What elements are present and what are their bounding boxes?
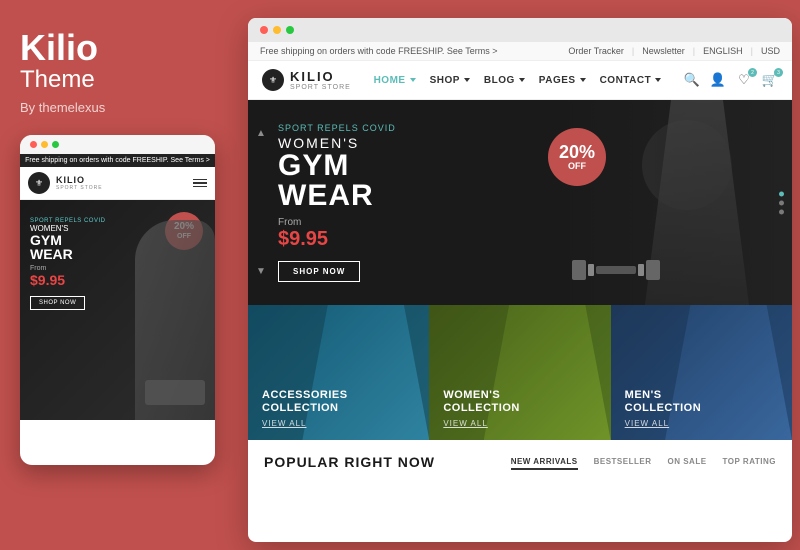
hero-gym-text: GYM	[278, 151, 396, 181]
hero-arrow-down[interactable]: ▼	[256, 266, 266, 277]
accessories-text: ACCESSORIESCOLLECTION VIEW ALL	[262, 389, 348, 428]
popular-section: POPULAR RIGHT NOW NEW ARRIVALS BESTSELLE…	[248, 440, 792, 478]
collection-grid: ACCESSORIESCOLLECTION VIEW ALL WOMEN'SCO…	[248, 305, 792, 440]
hero-sale-badge: 20% OFF	[548, 128, 606, 186]
wishlist-badge: 2	[748, 68, 757, 77]
mobile-header: ⚜ KILIO SPORT STORE	[20, 167, 215, 200]
accessories-view-all[interactable]: VIEW ALL	[262, 419, 348, 428]
tab-bestseller[interactable]: BESTSELLER	[594, 457, 652, 470]
nav-blog[interactable]: BLOG	[484, 75, 525, 86]
language-selector[interactable]: ENGLISH	[703, 46, 743, 56]
mobile-logo-text: KILIO SPORT STORE	[56, 175, 103, 191]
nav-contact[interactable]: CONTACT	[600, 75, 662, 86]
mobile-dumbbell	[145, 380, 205, 405]
mens-view-all[interactable]: VIEW ALL	[625, 419, 702, 428]
logo-sub-text: SPORT STORE	[290, 84, 351, 91]
scroll-dot-1[interactable]	[779, 191, 784, 196]
home-caret-icon	[410, 78, 416, 82]
tab-on-sale[interactable]: ON SALE	[667, 457, 706, 470]
shop-caret-icon	[464, 78, 470, 82]
mobile-hero-banner: 20% OFF SPORT REPELS COVID WOMEN'S GYM W…	[20, 200, 215, 420]
wishlist-icon[interactable]: ♡ 2	[736, 72, 752, 88]
site-notice-bar: Free shipping on orders with code FREESH…	[248, 42, 792, 61]
site-header: ⚜ KILIO SPORT STORE HOME SHOP BLOG PAGES	[248, 61, 792, 100]
hero-content: SPORT REPELS COVID WOMEN'S GYM WEAR From…	[248, 103, 426, 302]
collection-accessories[interactable]: ACCESSORIESCOLLECTION VIEW ALL	[248, 305, 429, 440]
browser-chrome	[248, 18, 792, 42]
hero-wear-text: WEAR	[278, 181, 396, 211]
hero-arrow-up[interactable]: ▲	[256, 128, 266, 139]
site-nav: HOME SHOP BLOG PAGES CONTACT	[374, 75, 662, 86]
mobile-shop-now-button[interactable]: SHOP NOW	[30, 296, 85, 310]
notice-text: Free shipping on orders with code FREESH…	[260, 46, 498, 56]
logo-main-text: KILIO	[290, 69, 351, 84]
hero-sport-text: SPORT REPELS COVID	[278, 123, 396, 133]
scroll-dot-2[interactable]	[779, 200, 784, 205]
brand-theme: Theme	[20, 66, 215, 94]
brand-author: By themelexus	[20, 100, 215, 115]
mobile-top-bar	[20, 135, 215, 154]
pages-caret-icon	[580, 78, 586, 82]
search-icon[interactable]: 🔍	[684, 72, 700, 88]
dot-red	[30, 141, 37, 148]
logo-emblem: ⚜	[262, 69, 284, 91]
hamburger-line	[193, 182, 207, 184]
hamburger-line	[193, 179, 207, 181]
tab-top-rating[interactable]: TOP RATING	[723, 457, 776, 470]
brand-name: Kilio	[20, 30, 215, 66]
contact-caret-icon	[655, 78, 661, 82]
mobile-logo: ⚜ KILIO SPORT STORE	[28, 172, 103, 194]
popular-title: POPULAR RIGHT NOW	[264, 454, 435, 470]
hero-banner: ▲ ▼ SPORT REPELS COVID WOMEN'S GYM WEAR …	[248, 100, 792, 305]
browser-mockup: Free shipping on orders with code FREESH…	[248, 18, 792, 542]
tab-new-arrivals[interactable]: NEW ARRIVALS	[511, 457, 578, 470]
collection-womens[interactable]: WOMEN'SCOLLECTION VIEW ALL	[429, 305, 610, 440]
mens-text: MEN'SCOLLECTION VIEW ALL	[625, 389, 702, 428]
hero-shop-now-button[interactable]: SHOP NOW	[278, 261, 360, 282]
newsletter-link[interactable]: Newsletter	[642, 46, 685, 56]
cart-icon[interactable]: 🛒 3	[762, 72, 778, 88]
nav-home[interactable]: HOME	[374, 75, 416, 86]
popular-tabs: NEW ARRIVALS BESTSELLER ON SALE TOP RATI…	[511, 457, 776, 470]
cart-badge: 3	[774, 68, 783, 77]
mobile-mockup: Free shipping on orders with code FREESH…	[20, 135, 215, 465]
hero-dumbbell	[572, 260, 660, 280]
mobile-logo-icon: ⚜	[28, 172, 50, 194]
collection-mens[interactable]: MEN'SCOLLECTION VIEW ALL	[611, 305, 792, 440]
browser-dot-red	[260, 26, 268, 34]
blog-caret-icon	[519, 78, 525, 82]
womens-view-all[interactable]: VIEW ALL	[443, 419, 520, 428]
browser-dot-yellow	[273, 26, 281, 34]
mobile-notice-bar: Free shipping on orders with code FREESH…	[20, 154, 215, 167]
header-icons: 🔍 👤 ♡ 2 🛒 3	[684, 72, 778, 88]
account-icon[interactable]: 👤	[710, 72, 726, 88]
notice-right-actions: Order Tracker | Newsletter | ENGLISH | U…	[568, 46, 780, 56]
site-logo: ⚜ KILIO SPORT STORE	[262, 69, 351, 91]
hamburger-line	[193, 186, 207, 188]
browser-dot-green	[286, 26, 294, 34]
nav-shop[interactable]: SHOP	[430, 75, 470, 86]
scroll-dot-3[interactable]	[779, 209, 784, 214]
logo-text-group: KILIO SPORT STORE	[290, 69, 351, 91]
mobile-hero-content: SPORT REPELS COVID WOMEN'S GYM WEAR From…	[30, 218, 105, 310]
popular-header: POPULAR RIGHT NOW NEW ARRIVALS BESTSELLE…	[264, 454, 776, 470]
currency-selector[interactable]: USD	[761, 46, 780, 56]
order-tracker-link[interactable]: Order Tracker	[568, 46, 624, 56]
dot-green	[52, 141, 59, 148]
scroll-dots	[779, 191, 784, 214]
nav-pages[interactable]: PAGES	[539, 75, 586, 86]
hero-price: $9.95	[278, 228, 396, 251]
womens-text: WOMEN'SCOLLECTION VIEW ALL	[443, 389, 520, 428]
hero-from-text: From	[278, 217, 396, 228]
left-panel: Kilio Theme By themelexus Free shipping …	[0, 0, 235, 550]
mobile-hamburger[interactable]	[193, 179, 207, 188]
dot-yellow	[41, 141, 48, 148]
